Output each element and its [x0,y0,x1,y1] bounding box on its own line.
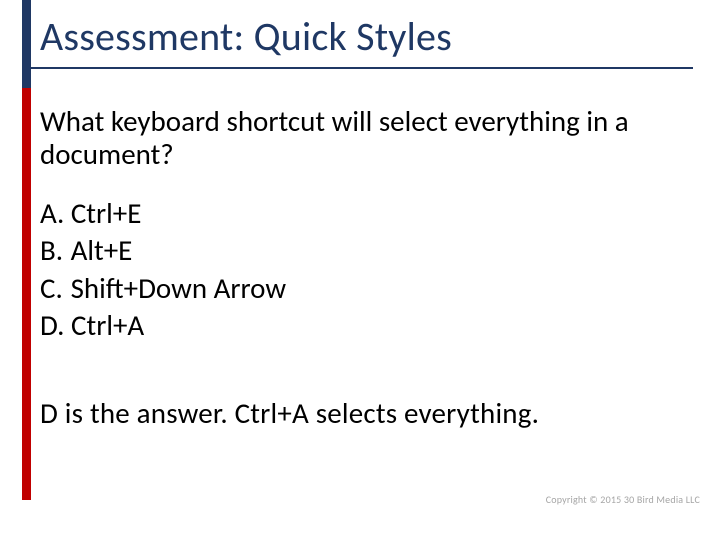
option-text: Alt+E [71,232,133,268]
option-b: B. Alt+E [40,232,286,268]
slide: Assessment: Quick Styles What keyboard s… [0,0,720,540]
accent-bar-top [22,0,31,88]
option-label: B. [40,232,64,268]
option-text: Ctrl+E [71,195,142,231]
option-label: D. [40,307,64,343]
option-text: Shift+Down Arrow [71,270,287,306]
option-text: Ctrl+A [71,307,144,343]
option-label: A. [40,195,64,231]
answer-text: D is the answer. Ctrl+A selects everythi… [40,395,700,431]
options-list: A. Ctrl+E B. Alt+E C. Shift+Down Arrow D… [40,195,286,344]
title-underline [31,67,693,69]
option-d: D. Ctrl+A [40,307,286,343]
copyright-text: Copyright © 2015 30 Bird Media LLC [546,493,700,506]
option-a: A. Ctrl+E [40,195,286,231]
question-text: What keyboard shortcut will select every… [40,105,680,172]
slide-title: Assessment: Quick Styles [40,12,452,61]
option-c: C. Shift+Down Arrow [40,270,286,306]
option-label: C. [40,270,64,306]
